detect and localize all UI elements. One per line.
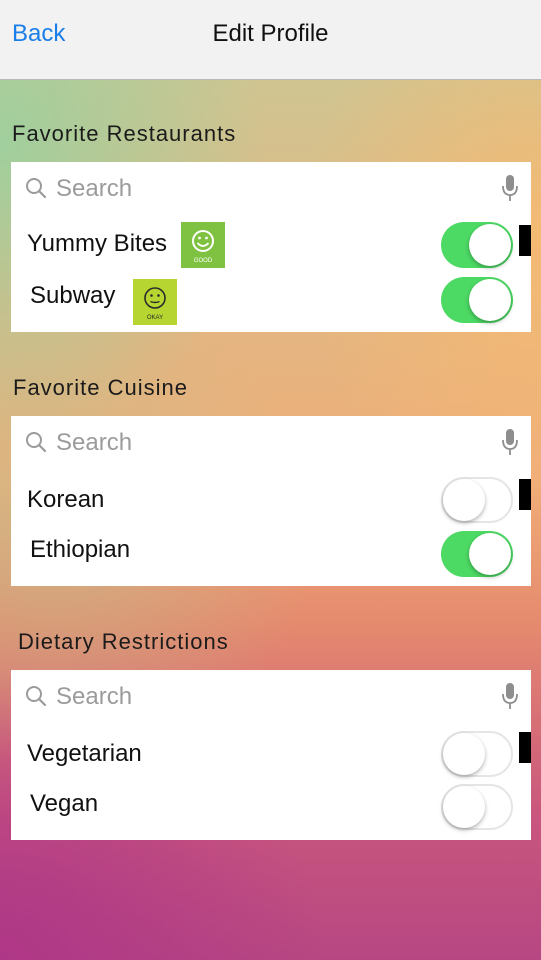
toggle-subway[interactable] [441, 277, 513, 323]
edge-marker [519, 479, 531, 510]
microphone-icon[interactable] [501, 428, 519, 456]
cuisine-card: Search Korean Ethiopian [11, 416, 531, 586]
item-label: Ethiopian [30, 536, 131, 563]
toggle-knob [443, 479, 485, 521]
item-label: Vegan [30, 790, 99, 817]
toggle-vegetarian[interactable] [441, 731, 513, 777]
item-label: Subway [30, 282, 116, 309]
nav-bar: Back Edit Profile [0, 0, 541, 80]
microphone-icon[interactable] [501, 174, 519, 202]
search-icon [26, 178, 47, 199]
toggle-vegan[interactable] [441, 784, 513, 830]
search-icon [26, 432, 47, 453]
search-input[interactable]: Search [56, 175, 132, 203]
section-header-restaurants: Favorite Restaurants [12, 121, 237, 146]
list-item-vegetarian[interactable]: Vegetarian [11, 730, 531, 780]
item-label: Vegetarian [27, 740, 142, 767]
microphone-icon[interactable] [501, 682, 519, 710]
toggle-knob [443, 733, 485, 775]
list-item-ethiopian[interactable]: Ethiopian [11, 529, 531, 579]
okay-rating-badge-icon: OKAY [133, 279, 177, 325]
toggle-knob [469, 279, 511, 321]
dietary-search-bar[interactable]: Search [11, 670, 531, 722]
item-label: Korean [27, 486, 105, 513]
badge-text: GOOD [194, 258, 213, 264]
restaurants-card: Search Yummy Bites GOOD Subway OKAY [11, 162, 531, 332]
edge-marker [519, 225, 531, 256]
dietary-card: Search Vegetarian Vegan [11, 670, 531, 840]
cuisine-search-bar[interactable]: Search [11, 416, 531, 468]
toggle-knob [469, 224, 511, 266]
list-item-subway[interactable]: Subway OKAY [11, 275, 531, 325]
edge-marker [519, 732, 531, 763]
good-rating-badge-icon: GOOD [181, 222, 225, 268]
toggle-knob [443, 786, 485, 828]
badge-text: OKAY [147, 315, 163, 321]
toggle-ethiopian[interactable] [441, 531, 513, 577]
toggle-korean[interactable] [441, 477, 513, 523]
list-item-korean[interactable]: Korean [11, 476, 531, 526]
page-title: Edit Profile [212, 20, 329, 47]
search-input[interactable]: Search [56, 683, 132, 711]
toggle-yummy-bites[interactable] [441, 222, 513, 268]
search-input[interactable]: Search [56, 429, 132, 457]
list-item-vegan[interactable]: Vegan [11, 783, 531, 833]
section-header-cuisine: Favorite Cuisine [13, 375, 188, 400]
item-label: Yummy Bites [27, 230, 168, 257]
search-icon [26, 686, 47, 707]
toggle-knob [469, 533, 511, 575]
section-header-dietary: Dietary Restrictions [18, 629, 229, 654]
list-item-yummy-bites[interactable]: Yummy Bites GOOD [11, 220, 531, 270]
restaurants-search-bar[interactable]: Search [11, 162, 531, 214]
